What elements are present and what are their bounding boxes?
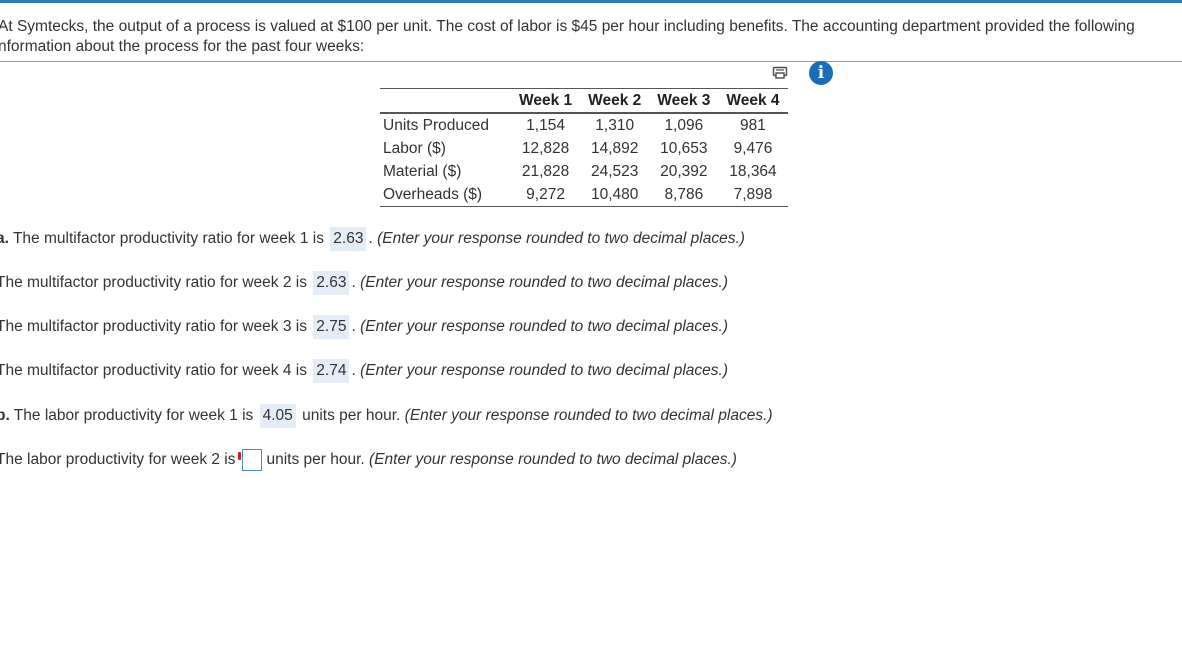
top-accent-rule — [0, 0, 1182, 3]
table-cell: 9,272 — [510, 183, 581, 207]
table-header-cell: Week 3 — [649, 88, 719, 114]
row-label: Labor ($) — [383, 139, 446, 157]
problem-statement-line-2: nformation about the process for the pas… — [0, 38, 365, 55]
table-cell: 10,653 — [660, 139, 708, 157]
question-hint: (Enter your response rounded to two deci… — [360, 274, 728, 291]
table-header-cell — [380, 88, 511, 114]
row-label: Material ($) — [383, 162, 462, 180]
info-icon[interactable]: i — [809, 61, 833, 85]
part-a-label: a. — [0, 230, 9, 247]
table-cell: 9,476 — [733, 139, 773, 157]
question-text: The labor productivity for week 2 is — [0, 451, 236, 468]
table-cell: 20,392 — [660, 162, 708, 180]
table-cell: 1,154 — [526, 116, 565, 134]
answer-field[interactable]: 2.75 — [313, 315, 350, 339]
problem-statement: At Symtecks, the output of a process is … — [0, 17, 1182, 57]
table-cell: 10,480 — [580, 183, 650, 207]
units-suffix: units per hour. — [266, 451, 365, 468]
table-row: Material ($) 21,828 24,523 20,392 18,364 — [380, 160, 788, 183]
labor-productivity-week2-input[interactable] — [237, 448, 262, 471]
question-text: The multifactor productivity ratio for w… — [8, 230, 324, 247]
table-header-cell: Week 4 — [718, 88, 788, 114]
table-cell: 24,523 — [590, 162, 639, 180]
table-cell: 8,786 — [649, 183, 719, 207]
table-row: Units Produced 1,154 1,310 1,096 981 — [380, 113, 788, 137]
answer-field[interactable]: 2.63 — [330, 227, 367, 251]
question-a-week4: The multifactor productivity ratio for w… — [0, 359, 728, 383]
row-label: Units Produced — [383, 116, 489, 134]
question-text: The multifactor productivity ratio for w… — [0, 362, 307, 379]
table-header-cell: Week 2 — [580, 88, 650, 114]
table-cell: 1,310 — [595, 116, 635, 134]
table-cell: 18,364 — [729, 162, 777, 180]
table-cell: 14,892 — [590, 139, 639, 157]
row-label: Overheads ($) — [380, 183, 511, 207]
part-b-label: b. — [0, 407, 10, 424]
table-cell: 7,898 — [718, 183, 788, 207]
question-hint: (Enter your response rounded to two deci… — [360, 362, 728, 379]
print-icon[interactable] — [772, 64, 788, 80]
question-b-week2: The labor productivity for week 2 is unit… — [0, 448, 737, 472]
table-row: Overheads ($) 9,272 10,480 8,786 7,898 — [380, 183, 788, 207]
table-row: Labor ($) 12,828 14,892 10,653 9,476 — [380, 137, 788, 160]
question-text: The multifactor productivity ratio for w… — [0, 274, 307, 291]
question-a-week1: a. The multifactor productivity ratio fo… — [0, 227, 745, 251]
units-suffix: units per hour. — [302, 407, 401, 424]
question-text: The multifactor productivity ratio for w… — [0, 318, 307, 335]
question-hint: (Enter your response rounded to two deci… — [404, 407, 773, 424]
question-hint: (Enter your response rounded to two deci… — [377, 230, 745, 247]
section-divider — [0, 61, 1182, 62]
table-cell: 12,828 — [521, 139, 570, 157]
table-cell: 1,096 — [664, 116, 704, 134]
table-header-row: Week 1 Week 2 Week 3 Week 4 — [380, 88, 788, 114]
question-hint: (Enter your response rounded to two deci… — [369, 451, 737, 468]
question-text: The labor productivity for week 1 is — [9, 407, 254, 424]
question-a-week3: The multifactor productivity ratio for w… — [0, 315, 728, 339]
question-hint: (Enter your response rounded to two deci… — [360, 318, 728, 335]
required-marker — [237, 451, 241, 460]
answer-field[interactable]: 2.74 — [313, 359, 350, 383]
table-cell: 21,828 — [521, 162, 570, 180]
question-a-week2: The multifactor productivity ratio for w… — [0, 271, 728, 295]
table-header-cell: Week 1 — [510, 88, 581, 114]
problem-statement-line-1: At Symtecks, the output of a process is … — [0, 18, 1135, 35]
question-b-week1: b. The labor productivity for week 1 is … — [0, 404, 773, 428]
weekly-data-table: Week 1 Week 2 Week 3 Week 4 Units Produc… — [380, 88, 788, 207]
table-cell: 981 — [740, 116, 766, 134]
answer-field[interactable]: 4.05 — [259, 404, 296, 428]
answer-field[interactable]: 2.63 — [313, 271, 350, 295]
